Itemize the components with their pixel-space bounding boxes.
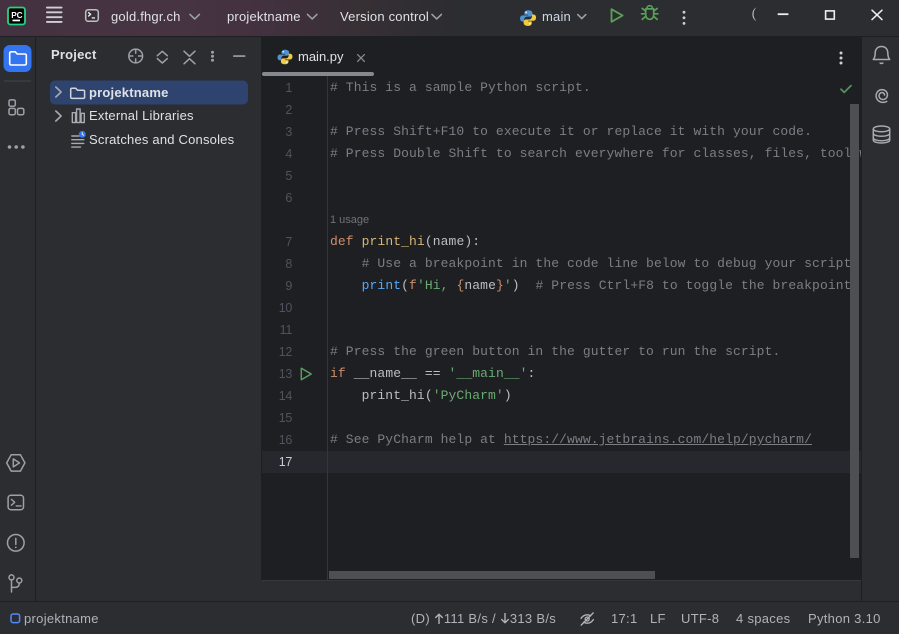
svg-text:PC: PC — [11, 11, 22, 20]
